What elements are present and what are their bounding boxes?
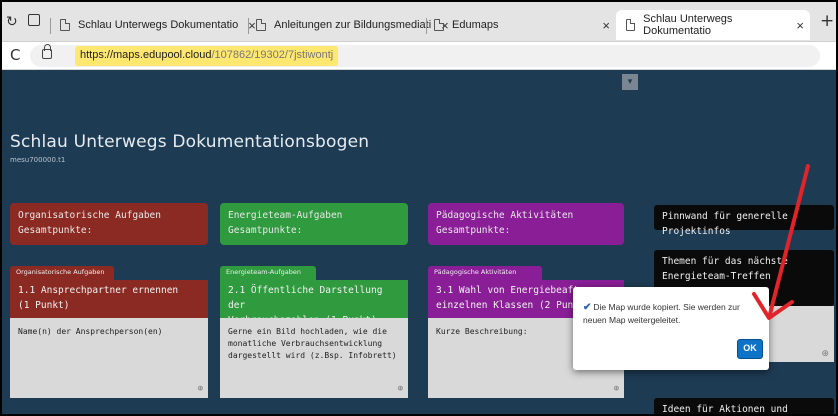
tab-4-active[interactable]: Schlau Unterwegs Dokumentatio × (616, 10, 810, 40)
task-card-body[interactable]: Gerne ein Bild hochladen, wie die monatl… (220, 318, 408, 398)
reload-icon[interactable]: C (10, 46, 20, 64)
zoom-icon[interactable]: ⊕ (198, 383, 203, 395)
url-domain: https://maps.edupool.cloud (80, 49, 212, 61)
task-description: Name(n) der Ansprechperson(en) (18, 327, 163, 336)
tab-separator (50, 18, 51, 34)
tab-overview-icon[interactable] (28, 14, 40, 26)
task-title[interactable]: 1.1 Ansprechpartner ernennen (1 Punkt) (10, 280, 208, 318)
page-icon (434, 19, 444, 31)
page-icon (60, 19, 70, 31)
url-path: /107862/19302/7jstiwontj (211, 49, 334, 61)
close-icon[interactable]: × (248, 18, 256, 33)
dialog-message: Die Map wurde kopiert. Sie werden zur ne… (583, 302, 740, 325)
card-tag: Pädagogische Aktivitäten (428, 266, 542, 280)
tab-title: Edumaps (452, 19, 499, 31)
task-description: Kurze Beschreibung: (436, 327, 528, 336)
tab-title: Schlau Unterwegs Dokumentatio (643, 13, 733, 37)
close-icon[interactable]: × (602, 18, 610, 33)
column-header-energieteam[interactable]: Energieteam-Aufgaben Gesamtpunkte: (220, 203, 408, 245)
column-header-paedagogisch[interactable]: Pädagogische Aktivitäten Gesamtpunkte: (428, 203, 624, 245)
task-card-body[interactable]: Name(n) der Ansprechperson(en) ⊕ (10, 318, 208, 398)
tab-separator (248, 18, 249, 34)
copy-confirmation-dialog: ✔ Die Map wurde kopiert. Sie werden zur n… (573, 287, 769, 370)
tab-title: Schlau Unterwegs Dokumentatio (78, 19, 239, 31)
zoom-icon[interactable]: ⊕ (821, 349, 829, 359)
tab-2[interactable]: Anleitungen zur Bildungsmediati × (256, 10, 449, 40)
task-title[interactable]: 2.1 Öffentliche Darstellung der Verbrauc… (220, 280, 408, 326)
dialog-message-block: ✔ Die Map wurde kopiert. Sie werden zur n… (583, 301, 761, 326)
checkmark-icon: ✔ (583, 302, 592, 313)
lock-icon[interactable] (42, 44, 52, 59)
url-text: https://maps.edupool.cloud/107862/19302/… (75, 46, 339, 66)
column-header-organisatorisch[interactable]: Organisatorische Aufgaben Gesamtpunkte: (10, 203, 208, 245)
card-tag: Energieteam-Aufgaben (220, 266, 316, 280)
screenshot-frame: ↻ Schlau Unterwegs Dokumentatio × Anleit… (0, 0, 838, 416)
ok-button[interactable]: OK (737, 339, 763, 359)
zoom-icon[interactable]: ⊕ (398, 383, 403, 395)
tab-title: Anleitungen zur Bildungsmediati (274, 19, 432, 31)
url-field[interactable]: https://maps.edupool.cloud/107862/19302/… (30, 44, 820, 67)
page-icon (256, 19, 266, 31)
new-tab-button[interactable]: + (820, 11, 834, 31)
tab-3[interactable]: Edumaps × (434, 10, 616, 40)
address-bar: C https://maps.edupool.cloud/107862/1930… (2, 42, 836, 70)
card-ideen[interactable]: Ideen für Aktionen und Maßnahmen (654, 398, 834, 414)
tab-1[interactable]: Schlau Unterwegs Dokumentatio × (60, 10, 256, 40)
page-subtitle: mesu700000.t1 (10, 156, 66, 164)
page-icon (626, 19, 636, 31)
close-icon[interactable]: × (796, 18, 804, 33)
task-description: Gerne ein Bild hochladen, wie die monatl… (228, 327, 397, 360)
chevron-down-icon[interactable]: ▾ (622, 74, 638, 90)
page-title: Schlau Unterwegs Dokumentationsbogen (10, 132, 370, 152)
browser-tab-bar: ↻ Schlau Unterwegs Dokumentatio × Anleit… (2, 2, 836, 42)
zoom-icon[interactable]: ⊕ (614, 383, 619, 395)
card-tag: Organisatorische Aufgaben (10, 266, 114, 280)
tab-actions-icon[interactable]: ↻ (6, 14, 18, 30)
tab-separator (426, 18, 427, 34)
card-pinnwand[interactable]: Pinnwand für generelle Projektinfos (654, 205, 834, 237)
